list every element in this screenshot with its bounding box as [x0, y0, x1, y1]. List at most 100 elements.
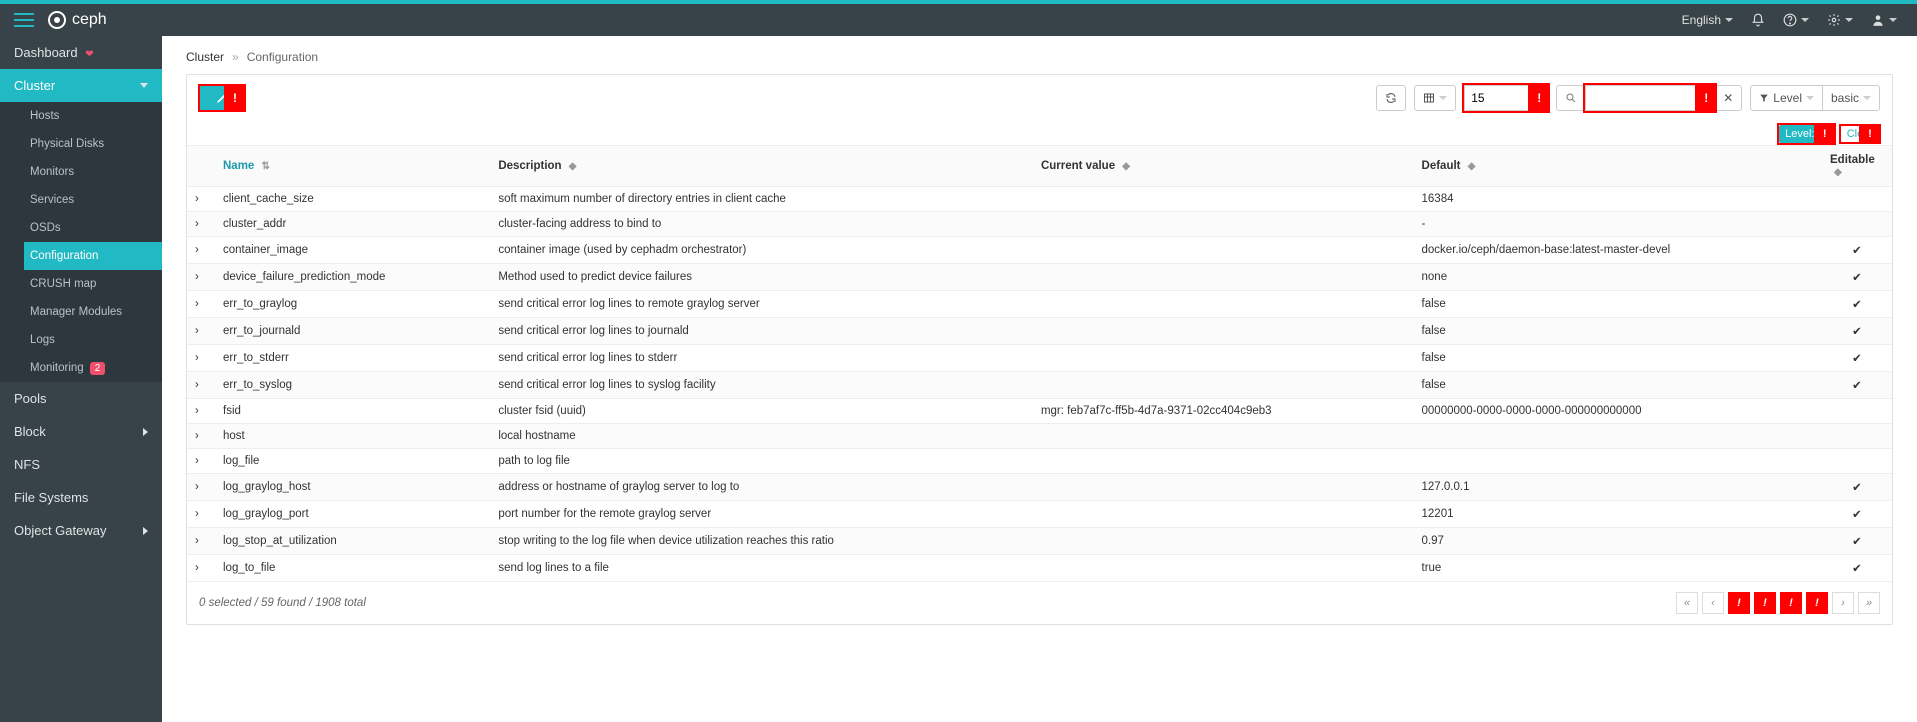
- table-toolbar: ✕ Level basic: [187, 75, 1892, 121]
- table-row[interactable]: ›log_graylog_hostaddress or hostname of …: [187, 474, 1892, 501]
- sidebar-item-configuration[interactable]: Configuration: [24, 242, 162, 270]
- col-header-name[interactable]: Name ⇅: [215, 146, 490, 187]
- expand-row-button[interactable]: ›: [187, 291, 215, 318]
- table-row[interactable]: ›log_to_filesend log lines to a filetrue…: [187, 555, 1892, 582]
- expand-row-button[interactable]: ›: [187, 449, 215, 474]
- col-header-description[interactable]: Description ◆: [490, 146, 1033, 187]
- columns-button[interactable]: [1414, 85, 1456, 111]
- pager-next[interactable]: ›: [1832, 592, 1854, 614]
- sidebar-item-block[interactable]: Block: [0, 415, 162, 448]
- expand-row-button[interactable]: ›: [187, 212, 215, 237]
- clear-filters-button[interactable]: Clear: [1840, 125, 1880, 143]
- expand-row-button[interactable]: ›: [187, 345, 215, 372]
- sidebar-item-nfs[interactable]: NFS: [0, 448, 162, 481]
- expand-row-button[interactable]: ›: [187, 318, 215, 345]
- filter-icon: [1759, 93, 1769, 103]
- cell-current-value: [1033, 372, 1414, 399]
- pager-page[interactable]: !: [1728, 592, 1750, 614]
- notifications-button[interactable]: [1751, 13, 1765, 27]
- filter-tag-level[interactable]: Level: ✕: [1779, 125, 1834, 143]
- help-menu[interactable]: [1783, 13, 1809, 27]
- breadcrumb-root[interactable]: Cluster: [186, 50, 224, 64]
- level-filter-value[interactable]: basic: [1822, 85, 1880, 111]
- col-header-default[interactable]: Default ◆: [1414, 146, 1822, 187]
- table-row[interactable]: ›log_stop_at_utilizationstop writing to …: [187, 528, 1892, 555]
- brand[interactable]: ceph: [48, 11, 107, 29]
- pager-last[interactable]: »: [1858, 592, 1880, 614]
- sidebar-section-cluster[interactable]: Cluster: [0, 69, 162, 102]
- table-row[interactable]: ›err_to_journaldsend critical error log …: [187, 318, 1892, 345]
- table-row[interactable]: ›device_failure_prediction_modeMethod us…: [187, 264, 1892, 291]
- expand-row-button[interactable]: ›: [187, 399, 215, 424]
- cell-default: false: [1414, 318, 1822, 345]
- sidebar-item-monitoring[interactable]: Monitoring2: [24, 354, 162, 382]
- cell-current-value: [1033, 555, 1414, 582]
- sidebar-item-object-gateway[interactable]: Object Gateway: [0, 514, 162, 547]
- pager-page[interactable]: !: [1754, 592, 1776, 614]
- cell-description: stop writing to the log file when device…: [490, 528, 1033, 555]
- cell-current-value: [1033, 474, 1414, 501]
- cell-editable: [1822, 187, 1892, 212]
- sidebar-item-pools[interactable]: Pools: [0, 382, 162, 415]
- expand-row-button[interactable]: ›: [187, 237, 215, 264]
- sidebar-item-monitors[interactable]: Monitors: [24, 158, 162, 186]
- sidebar-item-file-systems[interactable]: File Systems: [0, 481, 162, 514]
- expand-row-button[interactable]: ›: [187, 187, 215, 212]
- col-header-editable[interactable]: Editable ◆: [1822, 146, 1892, 187]
- table-row[interactable]: ›log_filepath to log file: [187, 449, 1892, 474]
- chevron-right-icon: [143, 428, 148, 436]
- refresh-icon: [1385, 92, 1397, 104]
- cell-name: log_graylog_port: [215, 501, 490, 528]
- sidebar-item-physical-disks[interactable]: Physical Disks: [24, 130, 162, 158]
- user-menu[interactable]: [1871, 13, 1897, 27]
- pager-prev[interactable]: ‹: [1702, 592, 1724, 614]
- col-header-current-value[interactable]: Current value ◆: [1033, 146, 1414, 187]
- expand-row-button[interactable]: ›: [187, 372, 215, 399]
- cell-editable: ✔: [1822, 528, 1892, 555]
- cell-current-value: [1033, 449, 1414, 474]
- page-size-input[interactable]: [1464, 85, 1548, 111]
- expand-row-button[interactable]: ›: [187, 474, 215, 501]
- expand-row-button[interactable]: ›: [187, 424, 215, 449]
- language-switcher[interactable]: English: [1682, 13, 1733, 27]
- table-footer: 0 selected / 59 found / 1908 total « ‹ !…: [187, 582, 1892, 624]
- cell-editable: ✔: [1822, 237, 1892, 264]
- pager-page[interactable]: !: [1806, 592, 1828, 614]
- table-row[interactable]: ›container_imagecontainer image (used by…: [187, 237, 1892, 264]
- table-row[interactable]: ›hostlocal hostname: [187, 424, 1892, 449]
- sidebar: Dashboard ❤ClusterHostsPhysical DisksMon…: [0, 36, 162, 722]
- sidebar-item-manager-modules[interactable]: Manager Modules: [24, 298, 162, 326]
- pager-page[interactable]: !: [1780, 592, 1802, 614]
- search-input[interactable]: [1585, 85, 1715, 111]
- table-row[interactable]: ›cluster_addrcluster-facing address to b…: [187, 212, 1892, 237]
- sidebar-item-crush-map[interactable]: CRUSH map: [24, 270, 162, 298]
- table-row[interactable]: ›err_to_syslogsend critical error log li…: [187, 372, 1892, 399]
- pager-first[interactable]: «: [1676, 592, 1698, 614]
- table-row[interactable]: ›fsidcluster fsid (uuid)mgr: feb7af7c-ff…: [187, 399, 1892, 424]
- chevron-down-icon: [1845, 18, 1853, 22]
- expand-row-button[interactable]: ›: [187, 501, 215, 528]
- table-row[interactable]: ›err_to_graylogsend critical error log l…: [187, 291, 1892, 318]
- edit-button[interactable]: [199, 85, 245, 111]
- settings-menu[interactable]: [1827, 13, 1853, 27]
- sidebar-item-services[interactable]: Services: [24, 186, 162, 214]
- sidebar-item-dashboard[interactable]: Dashboard ❤: [0, 36, 162, 69]
- sidebar-item-osds[interactable]: OSDs: [24, 214, 162, 242]
- sidebar-item-logs[interactable]: Logs: [24, 326, 162, 354]
- cell-name: host: [215, 424, 490, 449]
- badge: 2: [90, 362, 106, 375]
- refresh-button[interactable]: [1376, 85, 1406, 111]
- chevron-down-icon: [140, 83, 148, 88]
- table-row[interactable]: ›client_cache_sizesoft maximum number of…: [187, 187, 1892, 212]
- expand-row-button[interactable]: ›: [187, 555, 215, 582]
- sidebar-item-hosts[interactable]: Hosts: [24, 102, 162, 130]
- clear-search-button[interactable]: ✕: [1714, 85, 1742, 111]
- table-row[interactable]: ›err_to_stderrsend critical error log li…: [187, 345, 1892, 372]
- close-icon[interactable]: ✕: [1818, 128, 1827, 141]
- expand-row-button[interactable]: ›: [187, 528, 215, 555]
- cell-name: log_stop_at_utilization: [215, 528, 490, 555]
- expand-row-button[interactable]: ›: [187, 264, 215, 291]
- table-row[interactable]: ›log_graylog_portport number for the rem…: [187, 501, 1892, 528]
- level-filter-button[interactable]: Level: [1750, 85, 1823, 111]
- menu-toggle[interactable]: [0, 13, 48, 27]
